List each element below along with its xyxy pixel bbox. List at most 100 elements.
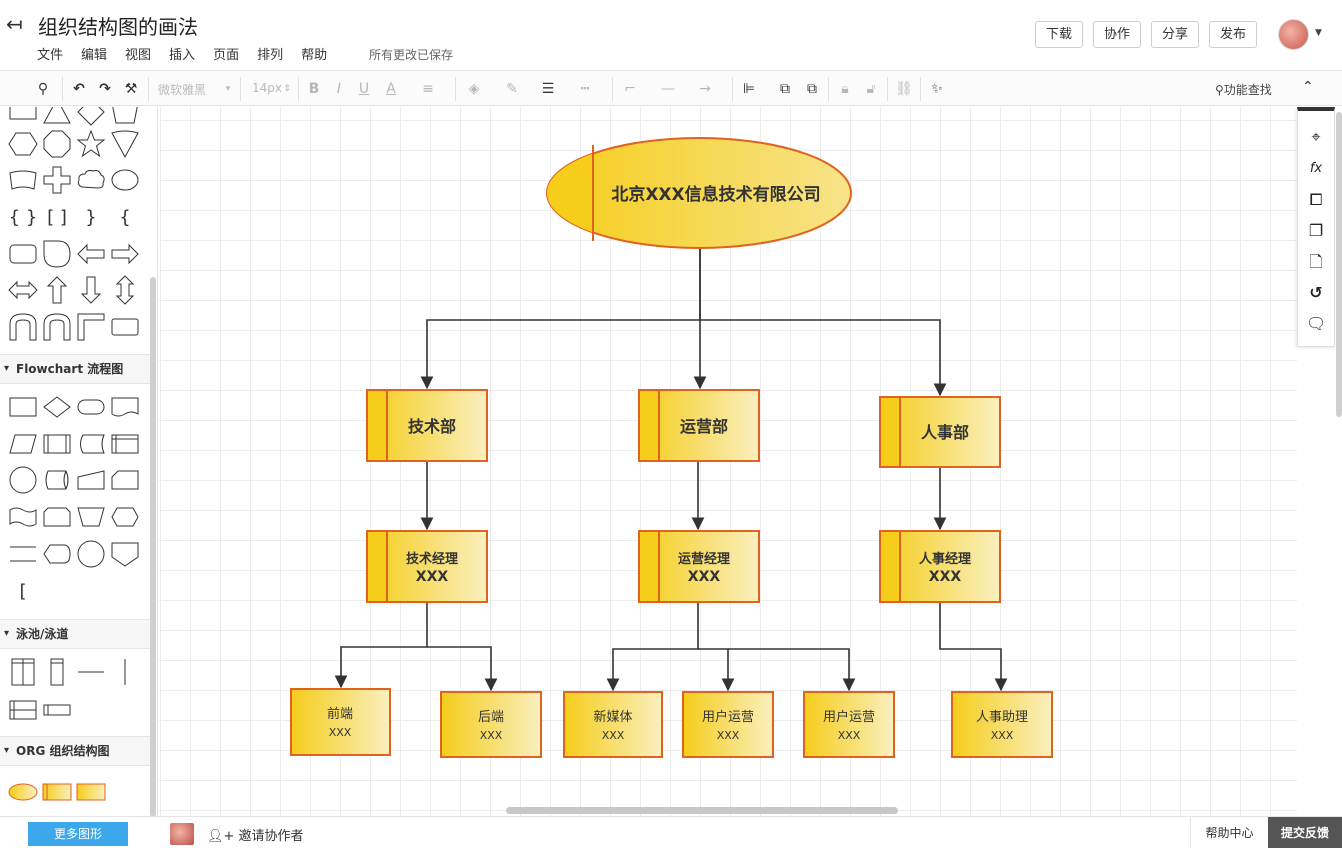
share-button[interactable]: 分享 (1151, 21, 1199, 48)
user-avatar[interactable] (1278, 19, 1309, 50)
collaborate-button[interactable]: 协作 (1093, 21, 1141, 48)
page-vertical-scrollbar[interactable] (1336, 112, 1342, 417)
menu-help[interactable]: 帮助 (301, 44, 327, 63)
pool-vertical[interactable] (6, 655, 40, 689)
shape-right-arrow[interactable] (108, 237, 142, 271)
shape-triangle[interactable] (40, 107, 74, 129)
diagram-canvas[interactable]: 北京XXX信息技术有限公司 技术部 运营部 人事部 技术经理 XXX 运营经理 … (159, 107, 1297, 816)
flow-internal-storage[interactable] (108, 427, 142, 461)
shape-rounded-rect[interactable] (6, 237, 40, 271)
arrow-icon[interactable]: → (692, 80, 718, 98)
flow-on-page-connector[interactable] (74, 537, 108, 571)
paint-format-icon[interactable]: ⚒ (122, 80, 140, 98)
line-type-icon[interactable]: — (655, 80, 681, 98)
lane-vertical[interactable] (40, 655, 74, 689)
flow-direct-data[interactable] (40, 463, 74, 497)
line-style-icon[interactable]: ┅ (575, 80, 595, 98)
chevron-down-icon[interactable]: ▼ (1315, 28, 1322, 38)
shape-u-turn-arrow-2[interactable] (40, 310, 74, 344)
shape-down-arrow[interactable] (74, 273, 108, 307)
format-brush-icon[interactable]: ⚲ (34, 80, 52, 98)
collapse-icon[interactable]: ⌃ (1302, 79, 1314, 95)
flow-preparation[interactable] (108, 500, 142, 534)
link-icon[interactable]: ⛓ (895, 80, 913, 98)
chevron-down-icon[interactable]: ▾ (222, 80, 234, 98)
shape-left-arrow[interactable] (74, 237, 108, 271)
bold-icon[interactable]: B (305, 80, 323, 98)
more-shapes-button[interactable]: 更多图形 (28, 822, 128, 846)
dept-node-ops[interactable]: 运营部 (638, 389, 760, 462)
comment-icon[interactable]: 🗨︎ (1306, 314, 1326, 334)
staff-node-backend[interactable]: 后端 XXX (440, 691, 542, 758)
manager-node-tech[interactable]: 技术经理 XXX (366, 530, 488, 603)
document-title[interactable]: 组织结构图的画法 (38, 11, 198, 40)
unlock-icon[interactable]: 🔓︎ (862, 80, 880, 98)
shape-braces[interactable]: { } (6, 200, 40, 234)
flow-data[interactable] (6, 427, 40, 461)
connector-icon[interactable]: ⌐ (620, 80, 640, 98)
staff-node-userops-2[interactable]: 用户运营 XXX (803, 691, 895, 758)
shape-diamond[interactable] (74, 107, 108, 129)
shape-left-brace[interactable]: { (108, 200, 142, 234)
menu-file[interactable]: 文件 (37, 44, 63, 63)
bring-front-icon[interactable]: ⧉ (776, 80, 794, 98)
font-color-icon[interactable]: A (382, 80, 400, 98)
shape-corner[interactable] (74, 310, 108, 344)
send-back-icon[interactable]: ⧉ (803, 80, 821, 98)
shape-delay[interactable] (40, 237, 74, 271)
shape-brackets[interactable]: [ ] (40, 200, 74, 234)
feedback-button[interactable]: 提交反馈 (1268, 817, 1342, 848)
shape-inverted-triangle[interactable] (108, 127, 142, 161)
magic-wand-icon[interactable]: ✨︎ (927, 80, 947, 98)
shape-octagon[interactable] (40, 127, 74, 161)
org-box-plain[interactable] (74, 773, 108, 807)
back-arrow-icon[interactable]: ↤ (6, 12, 26, 36)
pool-horizontal[interactable] (6, 693, 40, 727)
staff-node-userops-1[interactable]: 用户运营 XXX (682, 691, 774, 758)
shape-rect-2[interactable] (108, 310, 142, 344)
flow-terminator[interactable] (74, 390, 108, 424)
shape-star[interactable] (74, 127, 108, 161)
flow-connector[interactable] (6, 463, 40, 497)
staff-node-hr-assistant[interactable]: 人事助理 XXX (951, 691, 1053, 758)
invite-collaborator-button[interactable]: 👤︎+ 邀请协作者 (207, 825, 304, 844)
flow-punched-tape[interactable] (6, 500, 40, 534)
shape-vertical-double-arrow[interactable] (108, 273, 142, 307)
staff-node-newmedia[interactable]: 新媒体 XXX (563, 691, 663, 758)
root-node[interactable]: 北京XXX信息技术有限公司 (540, 130, 852, 260)
shape-tape[interactable] (6, 163, 40, 197)
left-panel-scrollbar[interactable] (150, 277, 156, 816)
flow-card[interactable] (108, 463, 142, 497)
publish-button[interactable]: 发布 (1209, 21, 1257, 48)
org-ellipse[interactable] (6, 773, 40, 807)
separator-vertical[interactable] (108, 655, 142, 689)
separator-horizontal[interactable] (74, 655, 108, 689)
shape-right-brace[interactable]: } (74, 200, 108, 234)
align-objects-icon[interactable]: ⊫ (740, 80, 758, 98)
shape-trapezoid[interactable] (108, 107, 142, 129)
align-icon[interactable]: ≡ (418, 80, 438, 98)
line-color-icon[interactable]: ✎ (503, 80, 521, 98)
flow-process[interactable] (6, 390, 40, 424)
section-org[interactable]: ORG 组织结构图 (0, 736, 150, 766)
formula-icon[interactable]: fx (1306, 159, 1326, 179)
flow-decision[interactable] (40, 390, 74, 424)
download-button[interactable]: 下载 (1035, 21, 1083, 48)
shape-cross[interactable] (40, 163, 74, 197)
menu-arrange[interactable]: 排列 (257, 44, 283, 63)
flow-document[interactable] (108, 390, 142, 424)
shape-up-arrow[interactable] (40, 273, 74, 307)
flow-stored-data[interactable] (74, 427, 108, 461)
dept-node-tech[interactable]: 技术部 (366, 389, 488, 462)
history-icon[interactable]: ↺ (1306, 283, 1326, 303)
italic-icon[interactable]: I (330, 80, 348, 98)
shape-ellipse[interactable] (108, 163, 142, 197)
manager-node-ops[interactable]: 运营经理 XXX (638, 530, 760, 603)
underline-icon[interactable]: U (355, 80, 373, 98)
dept-node-hr[interactable]: 人事部 (879, 396, 1001, 468)
flow-display[interactable] (40, 537, 74, 571)
shape-hexagon[interactable] (6, 127, 40, 161)
shape-double-arrow[interactable] (6, 273, 40, 307)
lock-icon[interactable]: 🔒︎ (836, 80, 854, 98)
flow-manual-operation[interactable] (74, 500, 108, 534)
